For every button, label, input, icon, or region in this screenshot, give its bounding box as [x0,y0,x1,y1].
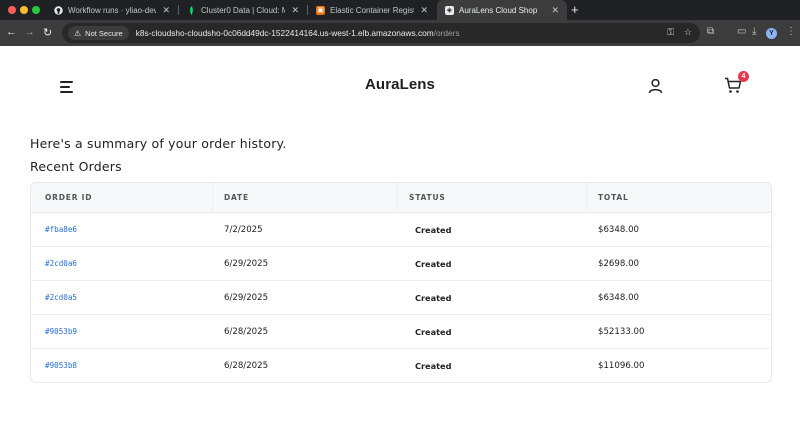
browser-tab-auralens[interactable]: ◈ AuraLens Cloud Shop ✕ [437,0,567,20]
address-bar[interactable]: ⚠ Not Secure k8s-cloudsho-cloudsho-0c06d… [62,23,700,43]
order-id-link[interactable]: #9053b9 [45,315,77,349]
tab-close-icon[interactable]: ✕ [551,5,559,16]
order-total: $52133.00 [598,327,645,337]
bookmark-star-icon[interactable]: ☆ [684,27,692,38]
chrome-menu-icon[interactable]: ⋮ [786,26,796,37]
order-status: Created [415,259,452,269]
browser-tab-strip: Workflow runs · yliao-dev/TH ✕ Cluster0 … [0,0,800,20]
warning-triangle-icon: ⚠ [74,28,82,38]
order-id-link[interactable]: #fba8e6 [45,213,77,247]
window-minimize-button[interactable] [20,6,28,14]
tab-close-icon[interactable]: ✕ [420,5,428,16]
tab-title: Workflow runs · yliao-dev/TH [68,5,157,15]
profile-avatar[interactable]: Y [766,28,777,39]
window-zoom-button[interactable] [32,6,40,14]
order-id-link[interactable]: #2cd0a6 [45,247,77,281]
table-row[interactable]: #9053b8 6/28/2025 Created $11096.00 [31,349,771,382]
order-date: 7/2/2025 [224,225,263,235]
tab-title: AuraLens Cloud Shop [459,5,538,15]
order-date: 6/29/2025 [224,293,269,303]
security-indicator[interactable]: ⚠ Not Secure [68,26,129,40]
column-header-total: TOTAL [598,193,629,202]
github-icon [54,5,63,15]
order-status: Created [415,293,452,303]
order-total: $2698.00 [598,259,640,269]
mongodb-leaf-icon [187,5,196,15]
column-header-status: STATUS [409,193,446,202]
order-date: 6/29/2025 [224,259,269,269]
order-status: Created [415,225,452,235]
window-close-button[interactable] [8,6,16,14]
tab-close-icon[interactable]: ✕ [162,5,170,16]
back-arrow-icon[interactable]: ← [6,26,17,38]
column-divider [397,183,398,213]
order-total: $11096.00 [598,361,645,371]
browser-tab-workflow-runs[interactable]: Workflow runs · yliao-dev/TH ✕ [46,0,178,20]
security-label: Not Secure [85,28,123,38]
order-date: 6/28/2025 [224,361,269,371]
recent-orders-heading: Recent Orders [30,159,122,174]
extensions-puzzle-icon[interactable]: ⧉ [707,26,714,37]
side-panel-icon[interactable]: ▭ [737,26,746,37]
order-status: Created [415,361,452,371]
order-total: $6348.00 [598,293,640,303]
table-row[interactable]: #2cd0a6 6/29/2025 Created $2698.00 [31,247,771,281]
url-text[interactable]: k8s-cloudsho-cloudsho-0c06dd49dc-1522414… [136,28,460,38]
order-status: Created [415,327,452,337]
browser-toolbar: ← → ↻ ⚠ Not Secure k8s-cloudsho-cloudsho… [0,20,800,46]
order-date: 6/28/2025 [224,327,269,337]
order-id-link[interactable]: #2cd0a5 [45,281,77,315]
tab-title: Elastic Container Registry - M [330,5,415,15]
column-divider [212,183,213,213]
auralens-favicon-icon: ◈ [445,5,454,15]
downloads-icon[interactable]: ⤓ [752,26,756,37]
table-row[interactable]: #9053b9 6/28/2025 Created $52133.00 [31,315,771,349]
new-tab-button[interactable]: + [571,2,579,17]
aws-ecr-icon: ▣ [316,5,325,15]
order-history-summary: Here's a summary of your order history. [30,136,287,151]
column-divider [586,183,587,213]
hamburger-menu-icon[interactable] [60,80,74,93]
cart-count-badge: 4 [738,71,749,82]
browser-tab-ecr[interactable]: ▣ Elastic Container Registry - M ✕ [308,0,436,20]
forward-arrow-icon[interactable]: → [24,26,35,38]
order-id-link[interactable]: #9053b8 [45,349,77,382]
column-header-date: DATE [224,193,249,202]
browser-tab-cluster0[interactable]: Cluster0 Data | Cloud: Mongo ✕ [179,0,307,20]
orders-table-header: ORDER ID DATE STATUS TOTAL [31,183,771,213]
column-header-order-id: ORDER ID [45,193,93,202]
table-row[interactable]: #2cd0a5 6/29/2025 Created $6348.00 [31,281,771,315]
user-account-icon[interactable] [648,78,663,99]
tab-close-icon[interactable]: ✕ [291,5,299,16]
tab-title: Cluster0 Data | Cloud: Mongo [201,5,286,15]
order-total: $6348.00 [598,225,640,235]
brand-logo[interactable]: AuraLens [350,76,450,93]
password-key-icon[interactable]: ⚿ [667,27,674,38]
url-host: k8s-cloudsho-cloudsho-0c06dd49dc-1522414… [135,28,434,38]
table-row[interactable]: #fba8e6 7/2/2025 Created $6348.00 [31,213,771,247]
reload-icon[interactable]: ↻ [43,26,52,39]
orders-table: ORDER ID DATE STATUS TOTAL #fba8e6 7/2/2… [30,182,772,383]
url-path: /orders [433,28,460,38]
